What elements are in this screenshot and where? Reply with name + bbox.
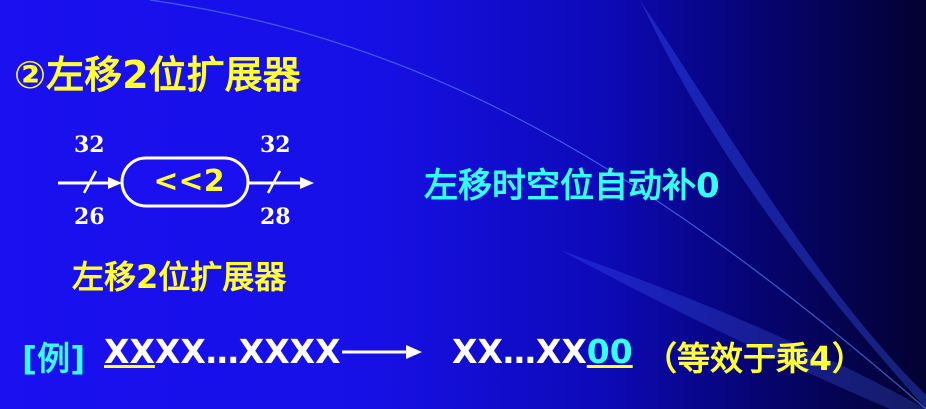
- shifter-label: <<2: [153, 164, 225, 199]
- example-input-shifted-bits: XX: [104, 332, 155, 371]
- example-remark: （等效于乘4）: [644, 339, 865, 378]
- example-output: XX…XX00: [452, 332, 633, 371]
- example-input: XXXX…XXXX: [104, 332, 341, 371]
- input-width-bottom: 26: [74, 204, 105, 230]
- example-output-zero-bits: 00: [586, 332, 633, 371]
- example-input-rest: XX…XXXX: [154, 332, 341, 371]
- output-arrow-head: [300, 177, 314, 189]
- output-width-top: 32: [260, 132, 291, 158]
- input-arrow-head: [108, 177, 122, 189]
- diagram-caption: 左移2位扩展器: [72, 258, 287, 296]
- example-label: [例]: [22, 339, 86, 378]
- shift-note: 左移时空位自动补0: [424, 166, 720, 206]
- example-arrow: [342, 345, 422, 359]
- example-output-prefix: XX…XX: [452, 332, 587, 371]
- output-width-bottom: 28: [260, 204, 291, 230]
- input-width-top: 32: [74, 132, 105, 158]
